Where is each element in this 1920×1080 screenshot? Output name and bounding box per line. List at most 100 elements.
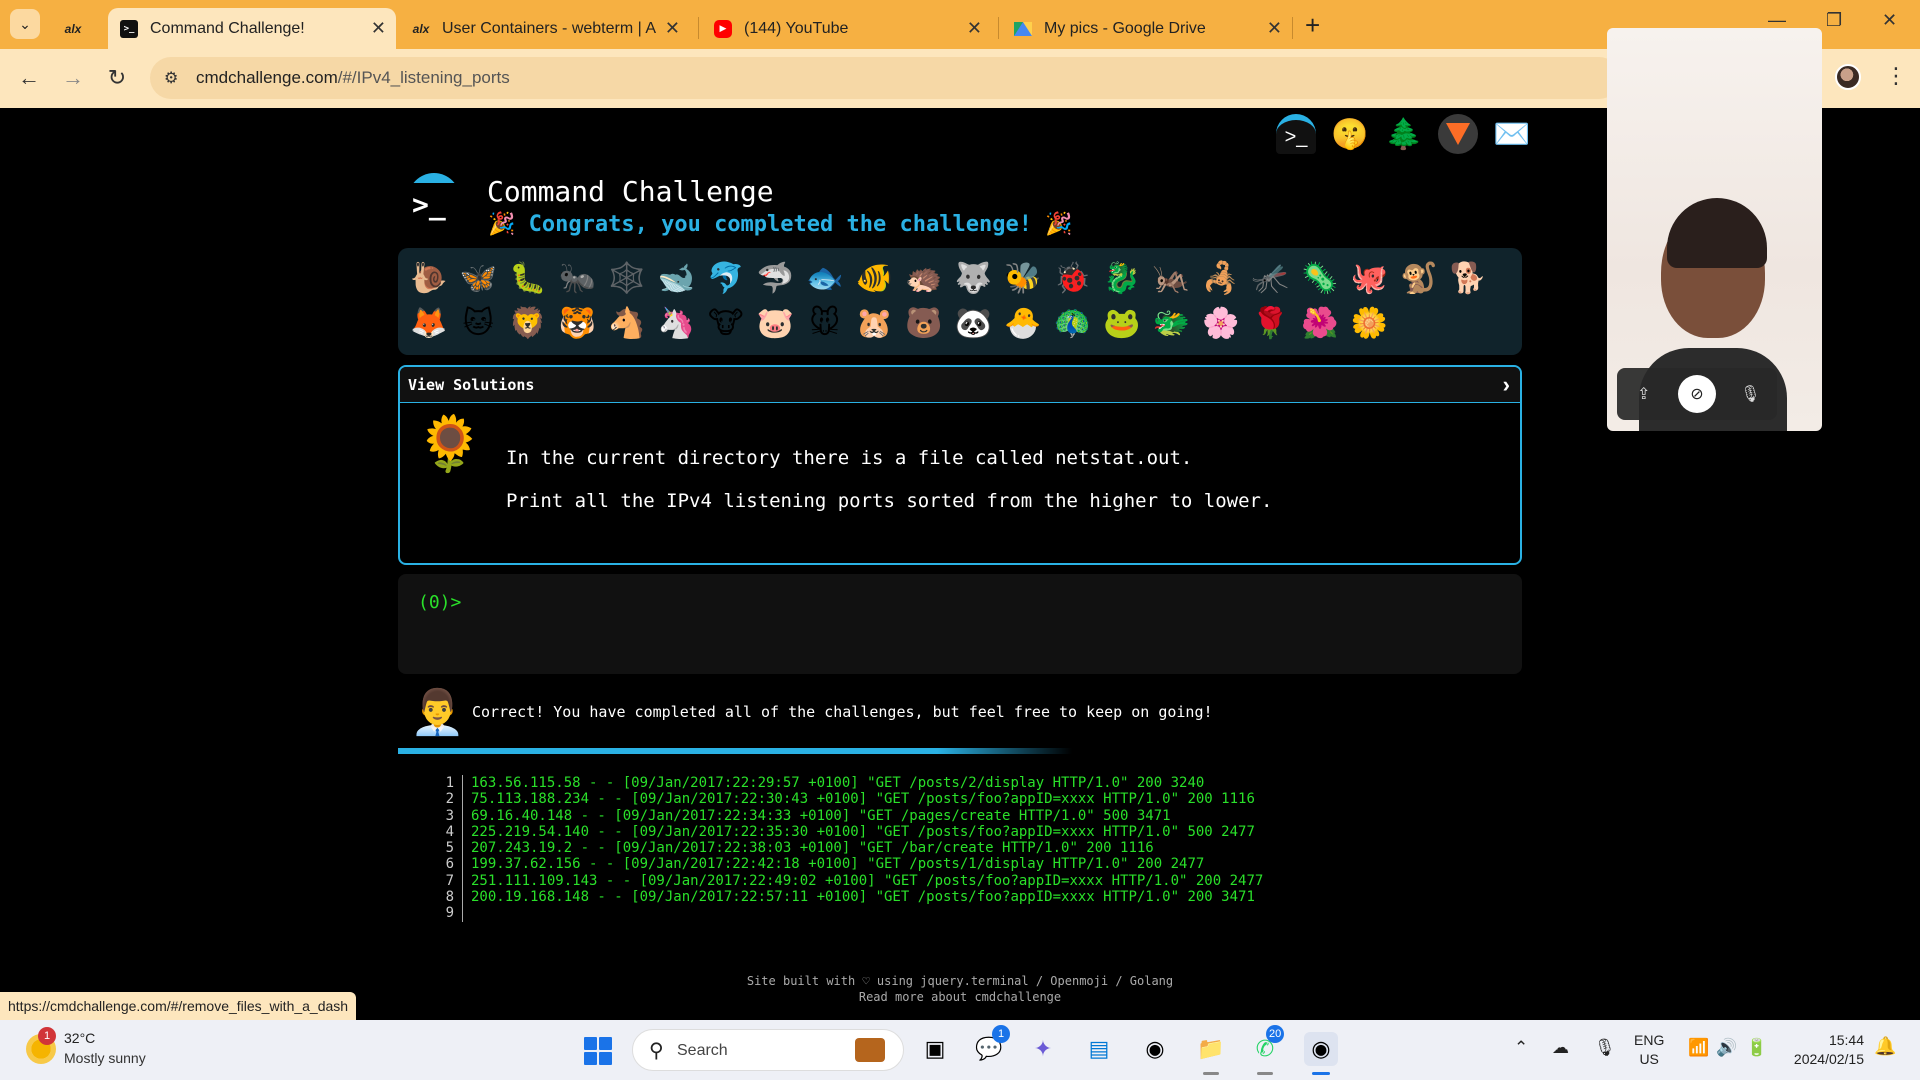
more-menu-icon[interactable]: ⋮ xyxy=(1885,63,1907,89)
store-icon[interactable]: ▤ xyxy=(1082,1032,1116,1066)
onedrive-icon[interactable]: ☁ xyxy=(1552,1038,1569,1058)
completed-challenge-emoji[interactable]: 🐋 xyxy=(652,256,702,301)
completed-challenge-emoji[interactable]: 🌸 xyxy=(1196,301,1246,346)
active-indicator xyxy=(1312,1072,1330,1075)
completed-challenge-emoji[interactable]: 🐣 xyxy=(998,301,1048,346)
output-line: 9 xyxy=(430,905,1330,922)
completed-challenge-emoji[interactable]: 🐌 xyxy=(404,256,454,301)
wifi-icon[interactable]: 📶 xyxy=(1688,1038,1709,1058)
close-tab-icon[interactable]: ✕ xyxy=(371,18,386,39)
completed-challenge-emoji[interactable]: 🐝 xyxy=(998,256,1048,301)
close-window-icon[interactable]: ✕ xyxy=(1882,10,1897,31)
completed-challenge-emoji[interactable]: 🐜 xyxy=(553,256,603,301)
tree-icon[interactable]: 🌲 xyxy=(1384,114,1424,154)
close-tab-icon[interactable]: ✕ xyxy=(967,18,982,39)
completed-challenge-emoji[interactable]: 🐷 xyxy=(751,301,801,346)
completed-challenge-emoji[interactable]: 🐯 xyxy=(553,301,603,346)
completed-challenge-emoji[interactable]: 🦔 xyxy=(899,256,949,301)
completed-challenge-emoji[interactable]: 🐕 xyxy=(1444,256,1494,301)
command-terminal[interactable]: (0)> xyxy=(398,574,1522,674)
restore-icon[interactable]: ❐ xyxy=(1826,10,1842,31)
completed-challenge-emoji[interactable]: 🦈 xyxy=(751,256,801,301)
view-solutions-header[interactable]: View Solutions › xyxy=(400,367,1520,403)
chrome-icon[interactable]: ◉ xyxy=(1138,1032,1172,1066)
mail-icon[interactable]: ✉️ xyxy=(1492,114,1532,154)
microphone-tray-icon[interactable]: 🎙 xyxy=(1594,1038,1616,1058)
completed-challenge-emoji[interactable]: 🦂 xyxy=(1196,256,1246,301)
completed-challenge-emoji[interactable]: 🦊 xyxy=(404,301,454,346)
completed-challenge-emoji[interactable]: 🌹 xyxy=(1246,301,1296,346)
weather-temperature[interactable]: 32°C xyxy=(64,1030,95,1046)
completed-challenge-emoji[interactable]: 🐼 xyxy=(949,301,999,346)
tab-google-drive[interactable]: My pics - Google Drive ✕ xyxy=(1002,8,1292,49)
completed-challenge-emoji[interactable]: 🐹 xyxy=(850,301,900,346)
tab-command-challenge[interactable]: >_ Command Challenge! ✕ xyxy=(108,8,396,49)
completed-challenge-emoji[interactable]: 🐉 xyxy=(1097,256,1147,301)
chevron-right-icon[interactable]: › xyxy=(1503,372,1510,398)
completed-challenge-emoji[interactable]: 🐙 xyxy=(1345,256,1395,301)
completed-challenge-emoji[interactable]: 🐮 xyxy=(701,301,751,346)
completed-challenge-emoji[interactable]: 🐻 xyxy=(899,301,949,346)
completed-challenge-emoji[interactable]: 🐬 xyxy=(701,256,751,301)
share-screen-icon[interactable]: ⇪ xyxy=(1625,375,1663,413)
reload-button[interactable]: ↻ xyxy=(102,63,132,93)
completed-challenge-emoji[interactable]: 🐟 xyxy=(800,256,850,301)
completed-challenge-emoji[interactable]: 🐸 xyxy=(1097,301,1147,346)
shushing-face-icon[interactable]: 🤫 xyxy=(1330,114,1370,154)
tab-search-button[interactable]: ⌄ xyxy=(10,9,40,39)
video-call-overlay[interactable]: ⇪ ⊘ 🎙 xyxy=(1607,28,1822,431)
completed-challenge-emoji[interactable]: 🐒 xyxy=(1394,256,1444,301)
gitlab-icon[interactable] xyxy=(1438,114,1478,154)
clock[interactable]: 15:44 2024/02/15 xyxy=(1788,1031,1864,1069)
completed-challenge-emoji[interactable]: 🌼 xyxy=(1345,301,1395,346)
volume-icon[interactable]: 🔊 xyxy=(1716,1038,1737,1058)
profile-avatar[interactable] xyxy=(1835,64,1861,90)
weather-condition[interactable]: Mostly sunny xyxy=(64,1050,146,1066)
tab-user-containers[interactable]: alx User Containers - webterm | AL ✕ xyxy=(400,8,690,49)
back-button[interactable]: ← xyxy=(14,63,44,93)
task-view-icon[interactable]: ▣ xyxy=(918,1032,952,1066)
site-info-icon[interactable]: ⚙ xyxy=(164,68,178,88)
completed-challenge-emoji[interactable]: 🐴 xyxy=(602,301,652,346)
show-hidden-icons[interactable]: ⌃ xyxy=(1514,1038,1528,1058)
new-tab-button[interactable]: + xyxy=(1305,10,1320,41)
completed-challenge-emoji[interactable]: 🐲 xyxy=(1147,301,1197,346)
taskbar-search[interactable]: ⚲ Search xyxy=(632,1029,904,1071)
line-number: 5 xyxy=(445,840,454,857)
language-indicator[interactable]: ENG US xyxy=(1634,1031,1664,1069)
top-icon-bar: >_ 🤫 🌲 ✉️ xyxy=(1276,114,1532,154)
close-tab-icon[interactable]: ✕ xyxy=(1267,18,1282,39)
completed-challenge-emoji[interactable]: 🐞 xyxy=(1048,256,1098,301)
chrome-profile-icon[interactable]: ◉ xyxy=(1304,1032,1338,1066)
completed-challenge-emoji[interactable]: 🐭 xyxy=(800,301,850,346)
completed-challenge-emoji[interactable]: 🐠 xyxy=(850,256,900,301)
completed-challenge-emoji[interactable]: 🐱 xyxy=(454,301,504,346)
microphone-icon[interactable]: 🎙 xyxy=(1731,375,1769,413)
completed-challenge-emoji[interactable]: 🦄 xyxy=(652,301,702,346)
address-bar[interactable]: ⚙ cmdchallenge.com/#/IPv4_listening_port… xyxy=(150,57,1620,99)
file-explorer-icon[interactable]: 📁 xyxy=(1194,1032,1228,1066)
notification-bell-icon[interactable]: 🔔 xyxy=(1874,1036,1896,1057)
completed-challenge-emoji[interactable]: 🕸️ xyxy=(602,256,652,301)
url-text[interactable]: cmdchallenge.com/#/IPv4_listening_ports xyxy=(196,68,510,88)
windows-start-icon[interactable] xyxy=(584,1037,612,1065)
site-logo[interactable]: >_ xyxy=(408,173,460,225)
language-region: US xyxy=(1639,1051,1659,1067)
battery-icon[interactable]: 🔋 xyxy=(1746,1038,1767,1058)
tab-alx-pinned[interactable]: alx xyxy=(52,8,108,49)
completed-challenge-emoji[interactable]: 🦚 xyxy=(1048,301,1098,346)
completed-challenge-emoji[interactable]: 🌺 xyxy=(1295,301,1345,346)
tab-youtube[interactable]: ▶ (144) YouTube ✕ xyxy=(702,8,992,49)
camera-off-icon[interactable]: ⊘ xyxy=(1677,375,1716,413)
completed-challenge-emoji[interactable]: 🦟 xyxy=(1246,256,1296,301)
completed-challenge-emoji[interactable]: 🦋 xyxy=(454,256,504,301)
forward-button[interactable]: → xyxy=(58,63,88,93)
completed-challenge-emoji[interactable]: 🐛 xyxy=(503,256,553,301)
completed-challenge-emoji[interactable]: 🦁 xyxy=(503,301,553,346)
completed-challenge-emoji[interactable]: 🦗 xyxy=(1147,256,1197,301)
close-tab-icon[interactable]: ✕ xyxy=(665,18,680,39)
completed-challenge-emoji[interactable]: 🐺 xyxy=(949,256,999,301)
copilot-icon[interactable]: ✦ xyxy=(1026,1032,1060,1066)
completed-challenge-emoji[interactable]: 🦠 xyxy=(1295,256,1345,301)
terminal-icon[interactable]: >_ xyxy=(1276,114,1316,154)
